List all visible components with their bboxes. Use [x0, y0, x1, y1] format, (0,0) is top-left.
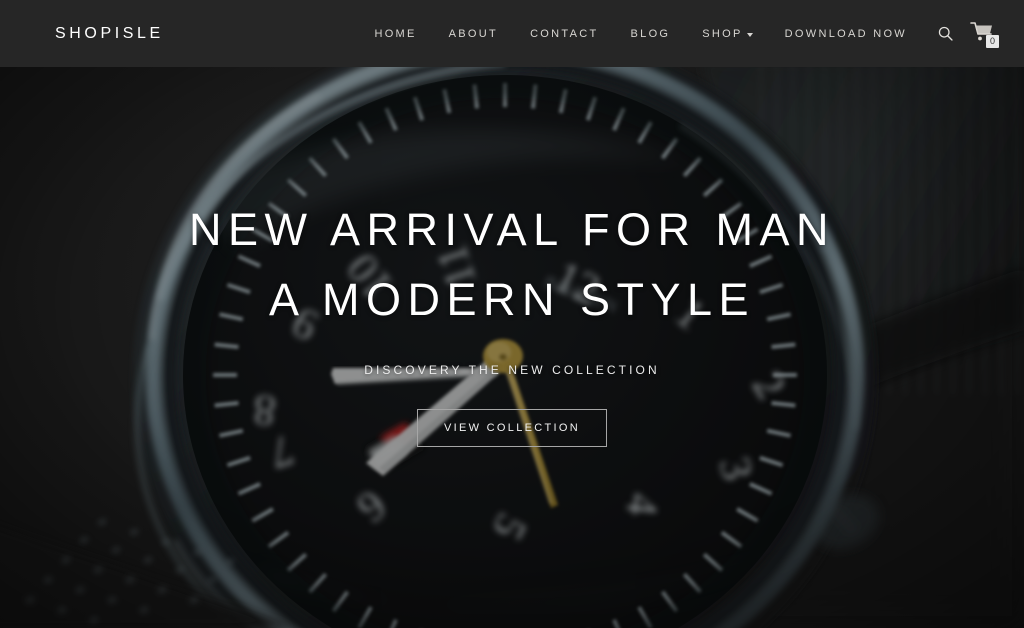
hero-title-line-2: A MODERN STYLE [268, 273, 756, 325]
nav-label: CONTACT [530, 27, 599, 40]
cart-count-badge: 0 [986, 34, 999, 48]
site-logo[interactable]: SHOPISLE [55, 25, 164, 43]
search-button[interactable] [923, 19, 964, 48]
nav-item-blog[interactable]: BLOG [615, 22, 687, 46]
nav-label: SHOP [702, 27, 743, 40]
chevron-down-icon [746, 32, 753, 37]
hero-section: NEW ARRIVAL FOR MAN A MODERN STYLE DISCO… [0, 0, 1024, 628]
nav-item-about[interactable]: ABOUT [433, 22, 514, 46]
nav-item-home[interactable]: HOME [358, 22, 432, 46]
nav-item-shop[interactable]: SHOP [686, 22, 768, 46]
view-collection-button[interactable]: VIEW COLLECTION [417, 409, 607, 448]
nav-label: ABOUT [448, 27, 499, 40]
nav-label: BLOG [630, 27, 671, 40]
nav-label: HOME [374, 27, 417, 40]
nav-label: DOWNLOAD NOW [784, 27, 907, 40]
page-root: 12 1 2 3 4 5 6 7 8 9 10 11 BROWN [0, 0, 1024, 628]
nav-item-contact[interactable]: CONTACT [514, 22, 614, 46]
search-icon [938, 26, 953, 41]
nav-item-download-now[interactable]: DOWNLOAD NOW [769, 22, 923, 46]
hero-subtitle: DISCOVERY THE NEW COLLECTION [364, 363, 660, 378]
hero-title-line-1: NEW ARRIVAL FOR MAN [188, 203, 836, 255]
main-navigation: HOME ABOUT CONTACT BLOG SHOP DOWNLOAD NO… [358, 17, 1024, 51]
site-header: SHOPISLE HOME ABOUT CONTACT BLOG SHOP DO… [0, 0, 1024, 67]
cart-button[interactable]: 0 [964, 17, 1010, 51]
